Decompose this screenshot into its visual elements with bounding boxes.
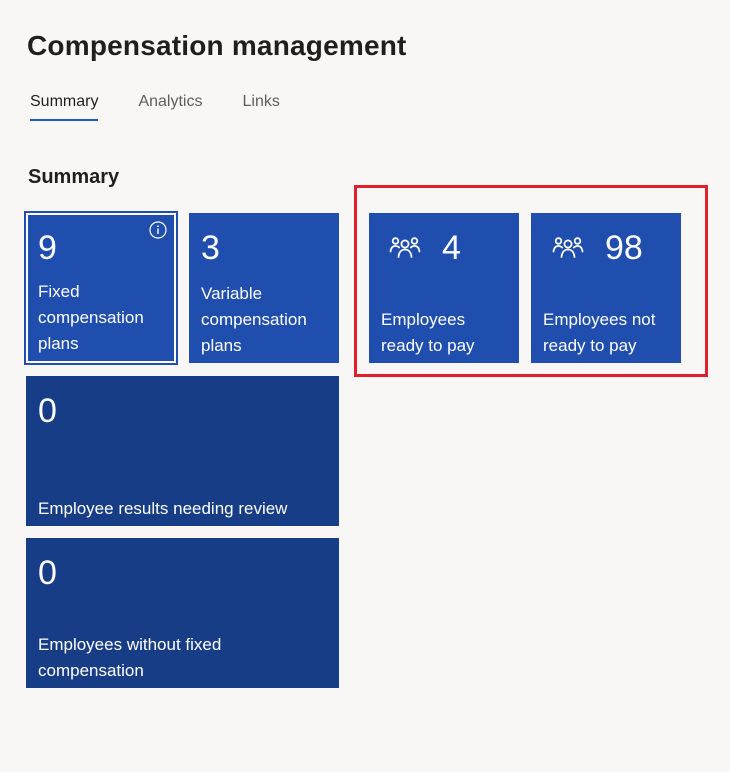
tile-employee-results-needing-review[interactable]: 0 Employee results needing review (26, 376, 339, 526)
people-icon (389, 237, 421, 258)
summary-section-title: Summary (28, 166, 120, 188)
tile-label: Employees not ready to pay (543, 310, 656, 355)
tile-label: Employees ready to pay (381, 310, 475, 355)
tile-employees-ready-to-pay[interactable]: 4 Employees ready to pay (369, 213, 519, 363)
tab-summary[interactable]: Summary (30, 93, 99, 121)
tile-count: 0 (38, 392, 57, 430)
tile-count: 9 (38, 229, 57, 267)
tab-analytics[interactable]: Analytics (138, 93, 202, 121)
tab-links[interactable]: Links (242, 93, 279, 121)
tab-list: Summary Analytics Links (30, 93, 320, 121)
tile-employees-without-fixed-compensation[interactable]: 0 Employees without fixed compensation (26, 538, 339, 688)
people-icon (552, 237, 584, 258)
tile-count: 4 (442, 229, 461, 267)
tile-count: 0 (38, 554, 57, 592)
tile-fixed-compensation-plans[interactable]: 9 Fixed compensation plans (24, 211, 178, 365)
tile-label: Variable compensation plans (201, 284, 307, 355)
page-title: Compensation management (27, 30, 407, 61)
tile-label: Fixed compensation plans (38, 282, 144, 353)
tile-variable-compensation-plans[interactable]: 3 Variable compensation plans (189, 213, 339, 363)
tile-employees-not-ready-to-pay[interactable]: 98 Employees not ready to pay (531, 213, 681, 363)
tile-count: 98 (605, 229, 643, 267)
info-icon[interactable] (149, 221, 167, 239)
tile-label: Employees without fixed compensation (38, 635, 222, 680)
tile-count: 3 (201, 229, 220, 267)
tile-label: Employee results needing review (38, 499, 288, 518)
